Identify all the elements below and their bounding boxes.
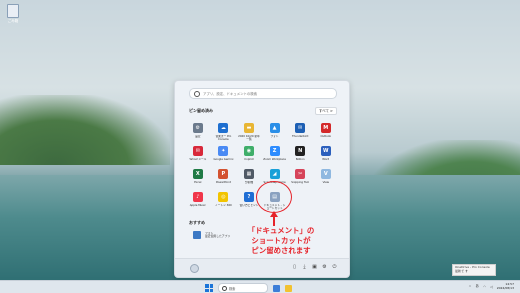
annotation-line-1: 「ドキュメント」の [247, 226, 315, 235]
windows-start-icon[interactable] [205, 284, 213, 292]
pinned-app-tile[interactable]: ♪ Apple Music [185, 190, 211, 213]
taskbar-search-label: 検索 [229, 286, 236, 291]
pinned-section-title: ピン留め済み [189, 108, 213, 113]
taskbar: 検索 ^ あ ◠ ◁ 14:57 2024/08/13 [0, 280, 520, 293]
pinned-app-label: フォト [270, 135, 279, 138]
pinned-app-label: Yahoo!メール [189, 158, 207, 161]
start-menu-footer: ▯ ⤓ ▣ ⚙ ⏻ [175, 258, 349, 277]
file-explorer-icon[interactable] [285, 284, 292, 292]
settings-icon: ⚙ [192, 123, 203, 133]
gemini-icon: ✦ [218, 146, 229, 156]
folder-icon: ▬ [243, 123, 254, 133]
pinned-app-tile[interactable]: M Outlook [313, 121, 339, 144]
view-icon: V [320, 169, 331, 179]
recommended-item[interactable]: フォト 最近使用したアプリ [193, 231, 230, 239]
pinned-app-tile[interactable]: N Notion [287, 144, 313, 167]
pinned-app-tile[interactable]: ◎ ノートン 360 [211, 190, 237, 213]
onedrive-icon: ☁ [218, 123, 229, 133]
pinned-app-tile[interactable]: Z Zoom Workplace [262, 144, 288, 167]
pinned-app-tile[interactable]: ▲ フォト [262, 121, 288, 144]
pinned-app-label: 音楽まー Pro Console [215, 135, 232, 142]
norton-icon: ◎ [218, 192, 229, 202]
pinned-app-tile[interactable]: ⚙ 設定 [185, 121, 211, 144]
wifi-icon[interactable]: ◠ [483, 285, 486, 289]
all-apps-button[interactable]: すべて > [314, 107, 337, 115]
thunderbird-icon: ✉ [295, 123, 306, 133]
recommended-item-subtitle: 最近使用したアプリ [205, 234, 231, 238]
volume-icon[interactable]: ◁ [490, 285, 493, 289]
music-icon: ♪ [192, 192, 203, 202]
annotation-line-3: ピン留めされます [251, 246, 311, 255]
user-avatar[interactable] [190, 264, 199, 273]
pinned-app-label: Outlook [320, 135, 331, 138]
downloads-icon[interactable]: ⤓ [302, 264, 307, 270]
photos-icon [193, 231, 201, 239]
zoom-icon: Z [269, 146, 280, 156]
annotation-arrow-head [269, 211, 278, 217]
snipping-icon: ✂ [295, 169, 306, 179]
document-icon[interactable]: ▯ [292, 264, 297, 270]
pinned-app-label: Notion [295, 158, 305, 161]
search-icon [222, 285, 227, 291]
annotation-text: 「ドキュメント」の ショートカットが ピン留めされます [231, 226, 331, 256]
calculator-icon: ▦ [243, 169, 254, 179]
pinned-app-label: 2020 10/20 新年一覧 [238, 135, 260, 142]
pinned-app-label: Zoom Workplace [263, 158, 286, 161]
pinned-app-label: Thunderbird [291, 135, 309, 138]
pinned-app-tile[interactable]: X Excel [185, 167, 211, 190]
pinned-app-label: Excel [194, 181, 202, 184]
settings-icon[interactable]: ⚙ [322, 264, 327, 270]
pinned-app-tile[interactable]: ✂ Snipping Tool [287, 167, 313, 190]
taskbar-search[interactable]: 検索 [218, 283, 268, 293]
pinned-app-tile[interactable]: ✉ Yahoo!メール [185, 144, 211, 167]
pinned-app-tile[interactable]: ▦ 分析機 [236, 167, 262, 190]
recycle-bin-icon [7, 4, 19, 18]
copilot-icon: ◉ [243, 146, 254, 156]
search-placeholder: アプリ、設定、ドキュメントの検索 [203, 92, 258, 96]
pinned-app-tile[interactable]: ✉ Thunderbird [287, 121, 313, 144]
pinned-app-label: Word [322, 158, 330, 161]
pinned-app-tile[interactable]: ✦ Google Gemini [211, 144, 237, 167]
power-icon[interactable]: ⏻ [332, 264, 337, 270]
outlook-icon: M [320, 123, 331, 133]
wallpaper-hill-left [0, 95, 170, 165]
scansnap-icon: ◢ [269, 169, 280, 179]
mail-icon: ✉ [192, 146, 203, 156]
notion-icon: N [295, 146, 306, 156]
pinned-app-label: Snipping Tool [291, 181, 310, 184]
pictures-icon[interactable]: ▣ [312, 264, 317, 270]
pinned-app-label: Apple Music [189, 204, 206, 207]
recommended-section-title: おすすめ [189, 220, 205, 225]
search-icon [194, 90, 200, 97]
desktop-icon-label: ごみ箱 [7, 19, 19, 23]
pinned-app-label: 設定 [195, 135, 201, 138]
onedrive-notification[interactable]: OneDrive - Pro Console 最新で す [452, 264, 496, 276]
recycle-bin-desktop-icon[interactable]: ごみ箱 [6, 4, 20, 23]
pinned-app-tile[interactable]: ◉ Copilot [236, 144, 262, 167]
clock-date: 2024/08/13 [496, 285, 514, 290]
pinned-app-label: PowerPoint [215, 181, 231, 184]
ime-indicator[interactable]: あ [475, 284, 479, 289]
photos-icon: ▲ [269, 123, 280, 133]
highlight-circle [256, 181, 292, 213]
excel-icon: X [192, 169, 203, 179]
pinned-app-label: View [322, 181, 329, 184]
pinned-app-tile[interactable]: W Word [313, 144, 339, 167]
annotation-line-2: ショートカットが [251, 236, 311, 245]
clock[interactable]: 14:57 2024/08/13 [496, 282, 514, 291]
help-icon: ? [243, 192, 254, 202]
pinned-app-tile[interactable]: P PowerPoint [211, 167, 237, 190]
pinned-app-tile[interactable]: V View [313, 167, 339, 190]
pinned-app-label: 分析機 [244, 181, 254, 184]
word-icon: W [320, 146, 331, 156]
pinned-app-label: ノートン 360 [215, 204, 232, 207]
pinned-app-tile[interactable]: ▬ 2020 10/20 新年一覧 [236, 121, 262, 144]
chevron-up-icon[interactable]: ^ [469, 285, 472, 289]
powerpoint-icon: P [218, 169, 229, 179]
pinned-app-label: Google Gemini [213, 158, 234, 161]
pinned-app-tile[interactable]: ☁ 音楽まー Pro Console [211, 121, 237, 144]
start-search-box[interactable]: アプリ、設定、ドキュメントの検索 [189, 88, 337, 99]
pinned-app-label: Copilot [244, 158, 254, 161]
taskview-icon[interactable] [273, 284, 280, 292]
